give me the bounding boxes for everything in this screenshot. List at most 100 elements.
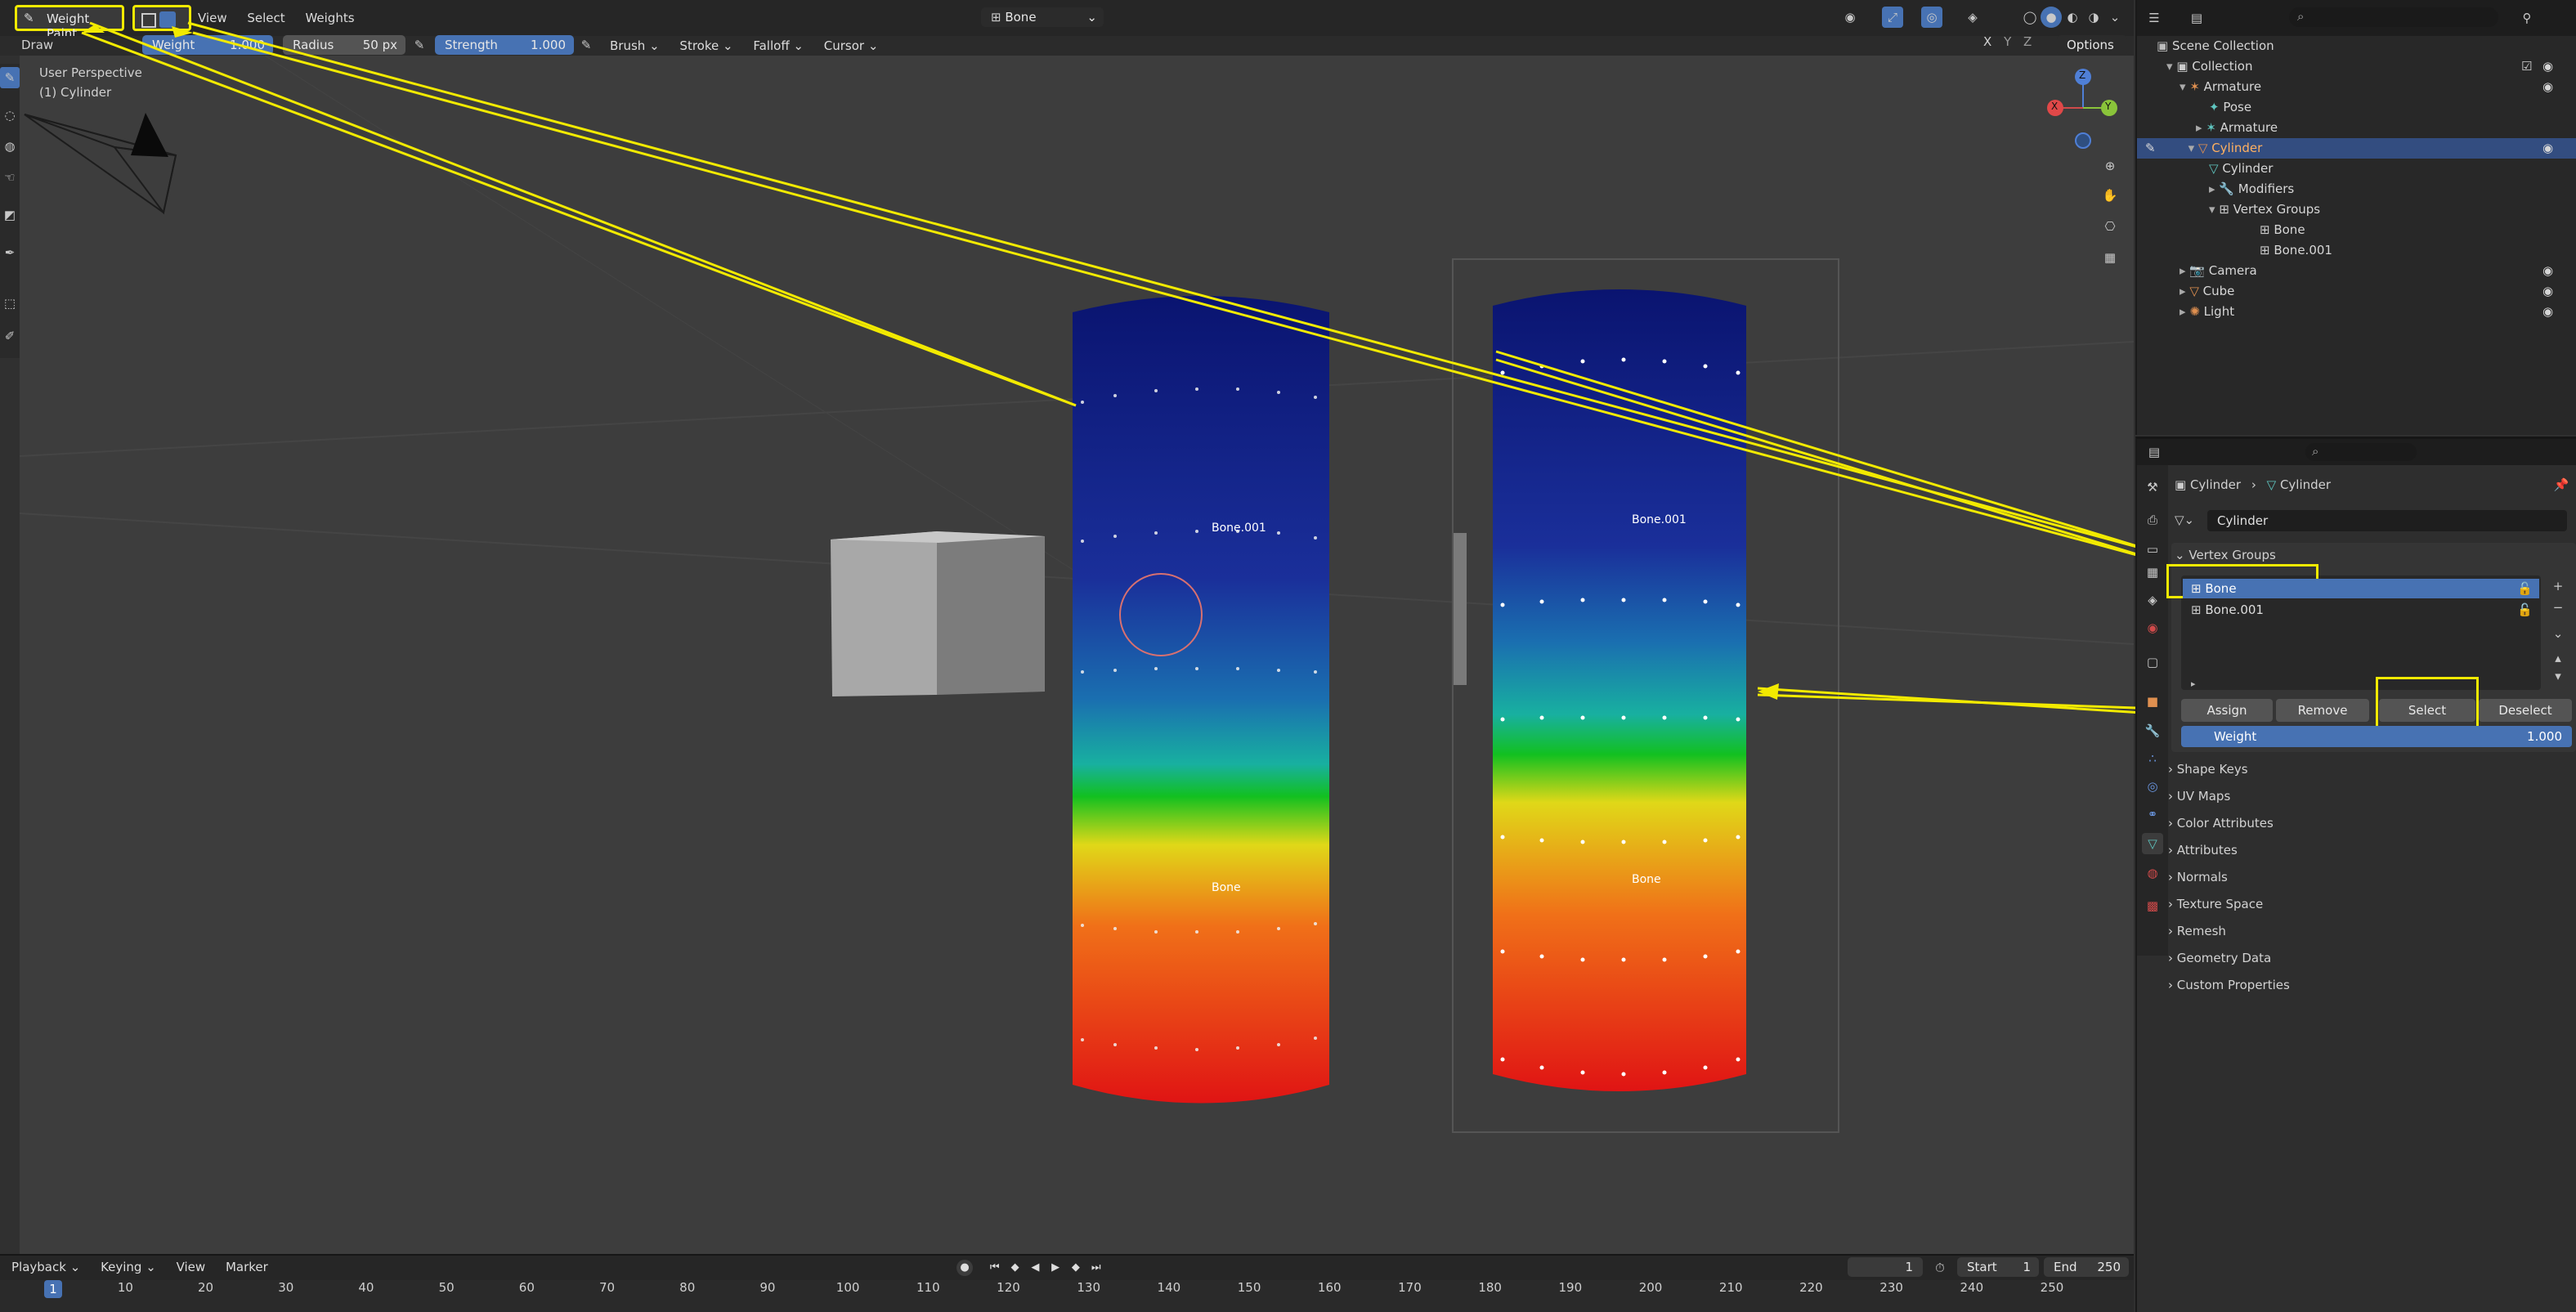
xray-icon[interactable]: ◈ bbox=[1962, 7, 1983, 28]
weight-field[interactable]: Weight 1.000 bbox=[142, 35, 273, 55]
menu-select[interactable]: Select bbox=[239, 7, 293, 29]
render-tab-icon[interactable]: ⎙ bbox=[2142, 509, 2163, 531]
outliner-row-pose[interactable]: ✦ Pose bbox=[2137, 97, 2576, 118]
assign-button[interactable]: Assign bbox=[2181, 699, 2273, 722]
eye-icon[interactable]: ◉ bbox=[2542, 138, 2553, 159]
wireframe-shading-icon[interactable]: ◯ bbox=[2019, 7, 2041, 28]
vertex-group-row-bone001[interactable]: ⊞ Bone.001 🔓 bbox=[2183, 600, 2539, 620]
face-mask-icon[interactable] bbox=[141, 13, 156, 28]
constraints-tab-icon[interactable]: ⚭ bbox=[2142, 804, 2163, 825]
playback-menu[interactable]: Playback ⌄ bbox=[3, 1256, 88, 1278]
collection-tab-icon[interactable]: ▢ bbox=[2142, 652, 2163, 673]
physics-tab-icon[interactable]: ◎ bbox=[2142, 776, 2163, 797]
mirror-z-label[interactable]: Z bbox=[2023, 34, 2032, 49]
panel-custom-properties[interactable]: › Custom Properties bbox=[2168, 973, 2290, 997]
outliner-editor-type-icon[interactable]: ☰ bbox=[2144, 7, 2165, 29]
vertex-group-weight-field[interactable]: Weight 1.000 bbox=[2181, 726, 2572, 747]
mirror-x-label[interactable]: X bbox=[1983, 34, 1991, 49]
brush-dropdown[interactable]: Brush ⌄ bbox=[602, 34, 668, 57]
marker-menu[interactable]: Marker bbox=[217, 1256, 276, 1278]
rendered-shading-icon[interactable]: ◑ bbox=[2083, 7, 2104, 28]
outliner-row-vertex-groups[interactable]: ▾ ⊞ Vertex Groups bbox=[2137, 199, 2576, 220]
list-expand-icon[interactable]: ▸ bbox=[2191, 678, 2196, 689]
lock-icon[interactable]: 🔓 bbox=[2517, 600, 2533, 620]
outliner-row-collection[interactable]: ▾ ▣ Collection ☑ ◉ bbox=[2137, 56, 2576, 77]
panel-attributes[interactable]: › Attributes bbox=[2168, 838, 2238, 862]
start-frame-field[interactable]: Start 1 bbox=[1957, 1257, 2039, 1277]
menu-weights[interactable]: Weights bbox=[297, 7, 362, 29]
active-vertex-group-dropdown[interactable]: ⊞ Bone ⌄ bbox=[981, 7, 1104, 27]
view-layer-tab-icon[interactable]: ▦ bbox=[2142, 562, 2163, 583]
mesh-name-field[interactable]: Cylinder bbox=[2207, 510, 2567, 531]
menu-view[interactable]: View bbox=[190, 7, 235, 29]
lock-icon[interactable]: 🔓 bbox=[2517, 579, 2533, 598]
deselect-button[interactable]: Deselect bbox=[2479, 699, 2572, 722]
checkbox-icon[interactable]: ☑ bbox=[2521, 56, 2532, 77]
eye-icon[interactable]: ◉ bbox=[2542, 77, 2553, 97]
pan-hand-icon[interactable]: ✋ bbox=[2099, 185, 2121, 206]
panel-shape-keys[interactable]: › Shape Keys bbox=[2168, 757, 2248, 781]
outliner-row-modifiers[interactable]: ▸ 🔧 Modifiers bbox=[2137, 179, 2576, 199]
keying-menu[interactable]: Keying ⌄ bbox=[92, 1256, 164, 1278]
box-select-icon[interactable]: ⬚ bbox=[0, 293, 20, 314]
outliner-row-scene-collection[interactable]: ▣ Scene Collection bbox=[2137, 36, 2576, 56]
pin-icon[interactable]: 📌 bbox=[2551, 474, 2572, 495]
material-shading-icon[interactable]: ◐ bbox=[2062, 7, 2083, 28]
end-frame-field[interactable]: End 250 bbox=[2044, 1257, 2129, 1277]
panel-normals[interactable]: › Normals bbox=[2168, 865, 2228, 889]
move-down-icon[interactable]: ▾ bbox=[2547, 665, 2569, 687]
outliner-row-cylinder-mesh[interactable]: ▽ Cylinder bbox=[2137, 159, 2576, 179]
outliner-row-armature[interactable]: ▾ ✶ Armature ◉ bbox=[2137, 77, 2576, 97]
falloff-dropdown[interactable]: Falloff ⌄ bbox=[745, 34, 812, 57]
outliner-row-cube[interactable]: ▸ ▽ Cube ◉ bbox=[2137, 281, 2576, 302]
vertex-group-row-bone[interactable]: ⊞ Bone 🔓 bbox=[2183, 579, 2539, 598]
outliner-row-bone-group[interactable]: ⊞ Bone bbox=[2137, 220, 2576, 240]
strength-field[interactable]: Strength 1.000 bbox=[435, 35, 574, 55]
jump-keyframe-forward-icon[interactable]: ◆ bbox=[1068, 1260, 1084, 1276]
object-tab-icon[interactable]: ■ bbox=[2142, 691, 2163, 712]
panel-texture-space[interactable]: › Texture Space bbox=[2168, 892, 2263, 916]
camera-view-icon[interactable]: ⎔ bbox=[2099, 216, 2121, 237]
vertex-mask-icon[interactable] bbox=[159, 11, 176, 28]
zoom-icon[interactable]: ⊕ bbox=[2099, 155, 2121, 177]
radius-field[interactable]: Radius 50 px bbox=[283, 35, 405, 55]
visibility-icon[interactable]: ◉ bbox=[1839, 7, 1861, 28]
display-mode-icon[interactable]: ▤ bbox=[2186, 7, 2207, 29]
outliner-row-light[interactable]: ▸ ✺ Light ◉ bbox=[2137, 302, 2576, 322]
texture-tab-icon[interactable]: ▩ bbox=[2142, 895, 2163, 916]
annotate-tool-icon[interactable]: ✐ bbox=[0, 325, 20, 347]
scene-tab-icon[interactable]: ◈ bbox=[2142, 589, 2163, 611]
play-reverse-icon[interactable]: ◀ bbox=[1027, 1260, 1043, 1276]
jump-keyframe-back-icon[interactable]: ◆ bbox=[1007, 1260, 1024, 1276]
outliner-search-input[interactable]: ⌕ bbox=[2289, 7, 2498, 27]
stopwatch-icon[interactable]: ⏱ bbox=[1929, 1257, 1951, 1278]
gizmo-toggle-icon[interactable]: ⤢ bbox=[1882, 7, 1903, 28]
jump-start-icon[interactable]: ⏮ bbox=[987, 1260, 1003, 1276]
panel-geometry-data[interactable]: › Geometry Data bbox=[2168, 946, 2271, 970]
mode-selector[interactable]: ✎ Weight Paint bbox=[15, 5, 124, 41]
world-tab-icon[interactable]: ◉ bbox=[2142, 617, 2163, 638]
mesh-datablock-selector[interactable]: ▽⌄ Cylinder bbox=[2175, 510, 2567, 531]
current-frame-field[interactable]: 1 bbox=[1848, 1257, 1923, 1277]
properties-editor-type-icon[interactable]: ▤ bbox=[2144, 441, 2165, 463]
eye-icon[interactable]: ◉ bbox=[2542, 302, 2553, 322]
outliner-row-bone001-group[interactable]: ⊞ Bone.001 bbox=[2137, 240, 2576, 261]
outliner-row-armature-data[interactable]: ▸ ✶ Armature bbox=[2137, 118, 2576, 138]
eye-icon[interactable]: ◉ bbox=[2542, 56, 2553, 77]
specials-menu-icon[interactable]: ⌄ bbox=[2547, 623, 2569, 644]
ortho-grid-icon[interactable]: ▦ bbox=[2099, 247, 2121, 268]
vertex-selection-toggle[interactable] bbox=[132, 5, 191, 31]
jump-end-icon[interactable]: ⏭ bbox=[1088, 1260, 1104, 1276]
filter-icon[interactable]: ⚲ bbox=[2516, 7, 2538, 29]
options-dropdown[interactable]: Options ⌄ bbox=[2057, 35, 2127, 72]
eye-icon[interactable]: ◉ bbox=[2542, 261, 2553, 281]
remove-button[interactable]: Remove bbox=[2276, 699, 2369, 722]
properties-search-input[interactable]: ⌕ bbox=[2305, 443, 2417, 461]
shading-options-icon[interactable]: ⌄ bbox=[2104, 7, 2126, 28]
timeline-view-menu[interactable]: View bbox=[168, 1256, 214, 1278]
output-tab-icon[interactable]: ▭ bbox=[2142, 539, 2163, 560]
navigation-gizmo[interactable]: Z Y X bbox=[2044, 65, 2117, 155]
pressure-strength-icon[interactable]: ✎ bbox=[576, 34, 597, 56]
tool-tab-icon[interactable]: ⚒ bbox=[2142, 477, 2163, 498]
outliner-row-cylinder[interactable]: ✎ ▾ ▽ Cylinder ◉ bbox=[2137, 138, 2576, 159]
